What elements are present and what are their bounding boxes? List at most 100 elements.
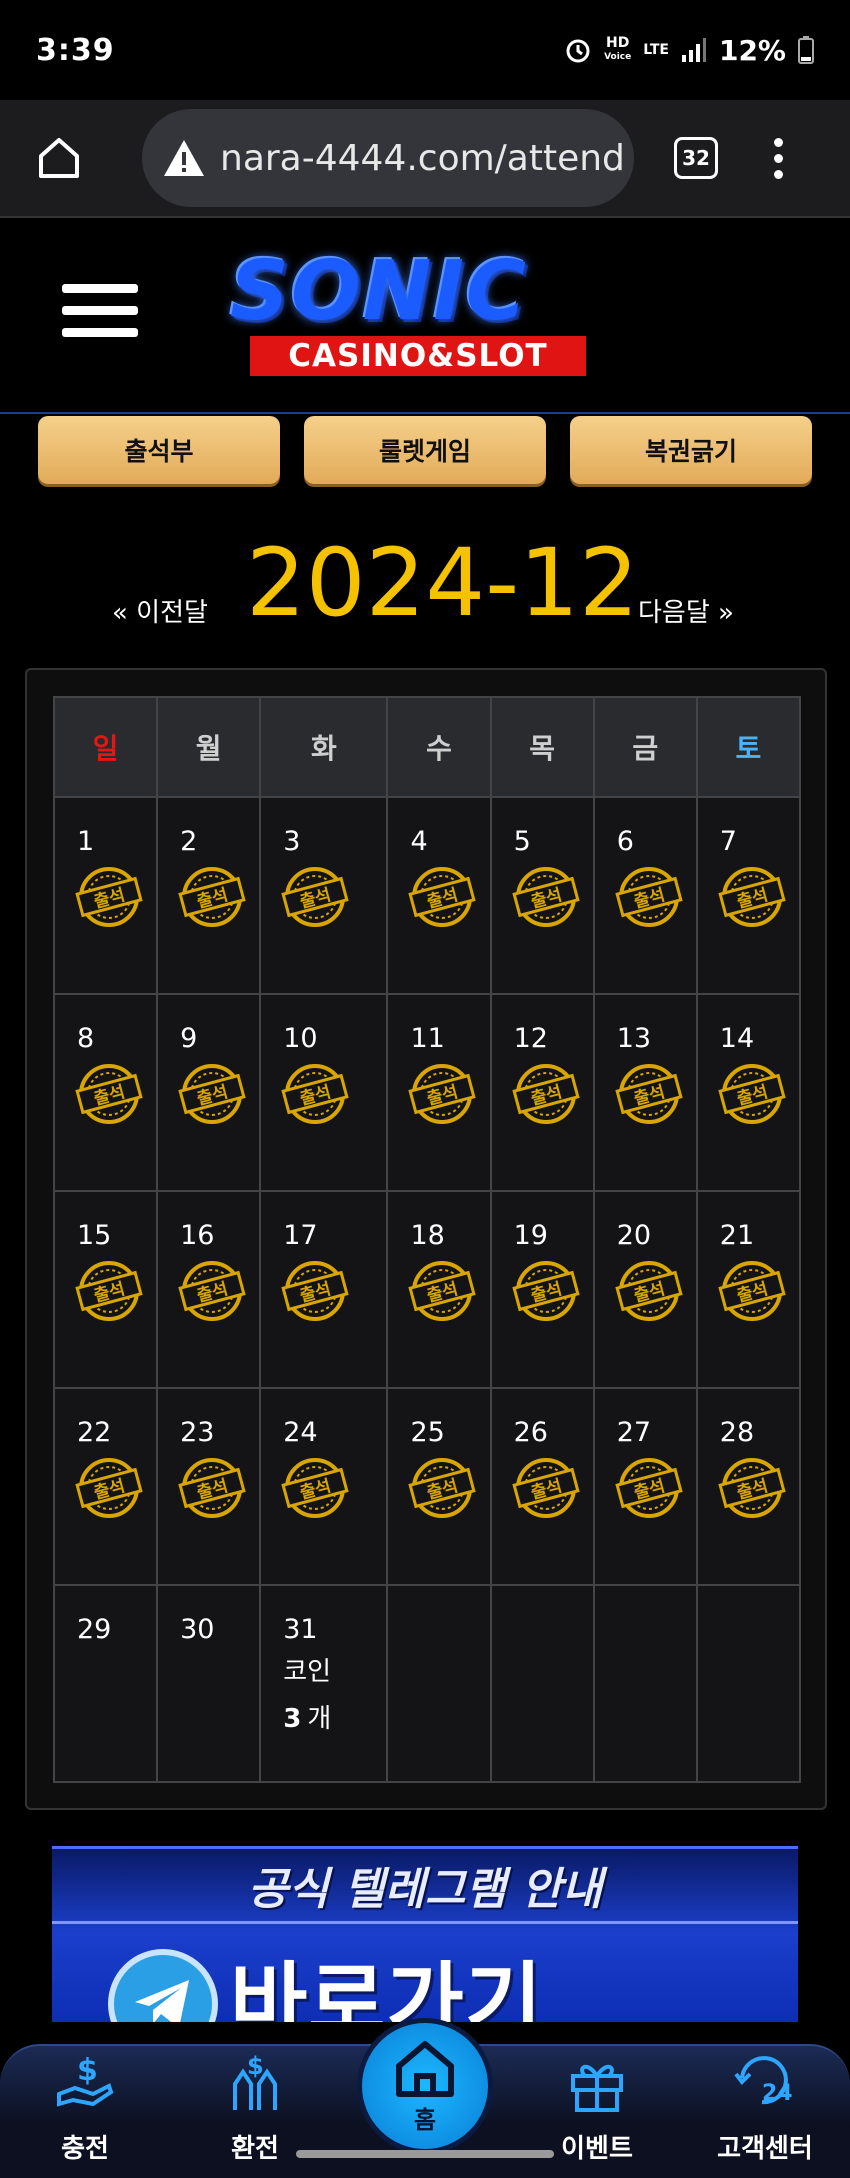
calendar-day-cell[interactable]: 24 출석 <box>259 1387 389 1586</box>
day-number: 21 <box>719 1220 755 1251</box>
calendar-day-cell[interactable]: 12 출석 <box>489 993 595 1192</box>
roulette-button[interactable]: 룰렛게임 <box>304 416 546 484</box>
day-number: 16 <box>180 1220 215 1251</box>
day-number: 19 <box>513 1220 548 1251</box>
warning-icon[interactable] <box>162 138 206 178</box>
attendance-stamp-icon: 출석 <box>511 1261 580 1321</box>
month-navigation: « 이전달 2024-12 다음달 » <box>0 530 850 638</box>
day-number: 9 <box>180 1023 198 1054</box>
calendar-day-cell[interactable]: 16 출석 <box>156 1190 262 1389</box>
calendar-day-cell[interactable]: 15 출석 <box>52 1190 159 1389</box>
nav-event[interactable]: 이벤트 <box>532 2022 662 2165</box>
calendar-day-cell[interactable]: 8 출석 <box>52 993 159 1192</box>
calendar-day-cell[interactable]: 20 출석 <box>592 1190 698 1389</box>
nav-withdraw-label: 환전 <box>231 2134 279 2164</box>
address-bar[interactable]: nara-4444.com/attend <box>142 109 634 207</box>
calendar-day-cell[interactable]: 30 <box>156 1584 262 1783</box>
weekday-header-row: 일 월 화 수 목 금 토 <box>52 696 802 798</box>
support-24-icon: 24 <box>734 2056 793 2106</box>
calendar-day-cell[interactable]: 27 출석 <box>592 1387 698 1586</box>
calendar-day-cell[interactable]: 23 출석 <box>156 1387 262 1586</box>
attendance-calendar: 일 월 화 수 목 금 토 1 출석 2 출석 3 출석 4 출석 5 출석 6 출석 7 출석 8 출석 9 출… <box>25 668 827 1810</box>
calendar-day-cell[interactable]: 13 출석 <box>592 993 698 1192</box>
attendance-stamp-icon: 출석 <box>408 1064 477 1124</box>
calendar-day-cell[interactable]: 21 출석 <box>695 1190 802 1389</box>
day-number: 25 <box>410 1417 445 1448</box>
attendance-stamp-icon: 출석 <box>718 1458 786 1518</box>
calendar-empty-cell <box>695 1584 802 1783</box>
calendar-day-cell[interactable]: 29 <box>52 1584 159 1783</box>
nav-support[interactable]: 24 고객센터 <box>700 2022 830 2165</box>
calendar-day-cell[interactable]: 25 출석 <box>386 1387 492 1586</box>
attendance-stamp-icon: 출석 <box>408 1261 477 1321</box>
attendance-stamp-icon: 출석 <box>511 867 580 927</box>
attendance-stamp-icon: 출석 <box>75 867 143 927</box>
coin-unit: 개 <box>307 1704 332 1734</box>
signal-icon <box>681 38 706 62</box>
tab-switcher-button[interactable]: 32 <box>674 137 718 179</box>
day-number: 5 <box>513 826 531 857</box>
day-number: 29 <box>77 1614 112 1645</box>
weekday-mon: 월 <box>156 696 262 798</box>
calendar-day-cell[interactable]: 9 출석 <box>156 993 262 1192</box>
nav-home-label: 홈 <box>413 2105 437 2134</box>
attendance-button[interactable]: 출석부 <box>38 416 280 484</box>
calendar-day-cell[interactable]: 5 출석 <box>489 796 595 995</box>
day-number: 7 <box>719 826 737 857</box>
calendar-week-row: 1 출석 2 출석 3 출석 4 출석 5 출석 6 출석 7 출석 <box>52 796 802 995</box>
next-month-link[interactable]: 다음달 » <box>638 592 734 629</box>
weekday-tue: 화 <box>259 696 389 798</box>
attendance-stamp-icon: 출석 <box>178 1064 246 1124</box>
calendar-day-cell[interactable]: 28 출석 <box>695 1387 802 1586</box>
calendar-day-cell[interactable]: 4 출석 <box>386 796 492 995</box>
attendance-stamp-icon: 출석 <box>511 1458 580 1518</box>
more-menu-icon[interactable] <box>774 137 783 179</box>
calendar-day-cell[interactable]: 10 출석 <box>259 993 389 1192</box>
calendar-grid: 일 월 화 수 목 금 토 1 출석 2 출석 3 출석 4 출석 5 출석 6 출석 7 출석 8 출석 9 출… <box>52 696 802 1783</box>
hamburger-menu-icon[interactable] <box>62 284 138 337</box>
calendar-day-cell[interactable]: 7 출석 <box>695 796 802 995</box>
browser-home-button[interactable] <box>24 123 94 193</box>
calendar-day-cell[interactable]: 1 출석 <box>52 796 159 995</box>
day-number: 2 <box>180 826 198 857</box>
calendar-day-cell[interactable]: 31 코인 3 개 <box>259 1584 389 1783</box>
calendar-day-cell[interactable]: 14 출석 <box>695 993 802 1192</box>
home-outline-icon <box>39 138 79 178</box>
status-time: 3:39 <box>36 32 115 68</box>
telegram-banner[interactable]: 공식 텔레그램 안내 바로가기 CLICK <box>52 1846 798 2036</box>
day-number: 12 <box>513 1023 548 1054</box>
calendar-day-cell[interactable]: 6 출석 <box>592 796 698 995</box>
attendance-stamp-icon: 출석 <box>281 1458 349 1518</box>
attendance-stamp-icon: 출석 <box>408 1458 477 1518</box>
attendance-stamp-icon: 출석 <box>178 867 246 927</box>
gesture-bar <box>296 2150 554 2158</box>
weekday-sun: 일 <box>52 696 159 798</box>
calendar-day-cell[interactable]: 17 출석 <box>259 1190 389 1389</box>
attendance-stamp-icon: 출석 <box>718 1261 786 1321</box>
day-number: 28 <box>719 1417 755 1448</box>
weekday-thu: 목 <box>489 696 595 798</box>
lottery-button[interactable]: 복권긁기 <box>570 416 812 484</box>
coin-label: 코인 <box>283 1657 332 1687</box>
calendar-week-row: 22 출석 23 출석 24 출석 25 출석 26 출석 27 출석 28 출석 <box>52 1387 802 1586</box>
attendance-stamp-icon: 출석 <box>615 867 683 927</box>
day-number: 22 <box>77 1417 112 1448</box>
day-number: 24 <box>283 1417 318 1448</box>
calendar-day-cell[interactable]: 11 출석 <box>386 993 492 1192</box>
nav-withdraw[interactable]: $ 환전 <box>190 2022 320 2165</box>
prev-month-link[interactable]: « 이전달 <box>112 592 208 629</box>
nav-deposit[interactable]: $ 충전 <box>20 2022 150 2165</box>
browser-toolbar: nara-4444.com/attend 32 <box>0 100 850 218</box>
site-logo[interactable]: SONIC CASINO&SLOT <box>230 248 620 388</box>
calendar-day-cell[interactable]: 2 출석 <box>156 796 262 995</box>
weekday-sat: 토 <box>695 696 802 798</box>
calendar-day-cell[interactable]: 18 출석 <box>386 1190 492 1389</box>
calendar-day-cell[interactable]: 26 출석 <box>489 1387 595 1586</box>
calendar-day-cell[interactable]: 22 출석 <box>52 1387 159 1586</box>
hd-voice-indicator: HD Voice <box>604 36 631 64</box>
svg-text:24: 24 <box>762 2081 793 2106</box>
calendar-day-cell[interactable]: 3 출석 <box>259 796 389 995</box>
calendar-day-cell[interactable]: 19 출석 <box>489 1190 595 1389</box>
nav-home[interactable]: 홈 <box>357 2018 493 2154</box>
lte-indicator: LTE <box>643 42 669 58</box>
